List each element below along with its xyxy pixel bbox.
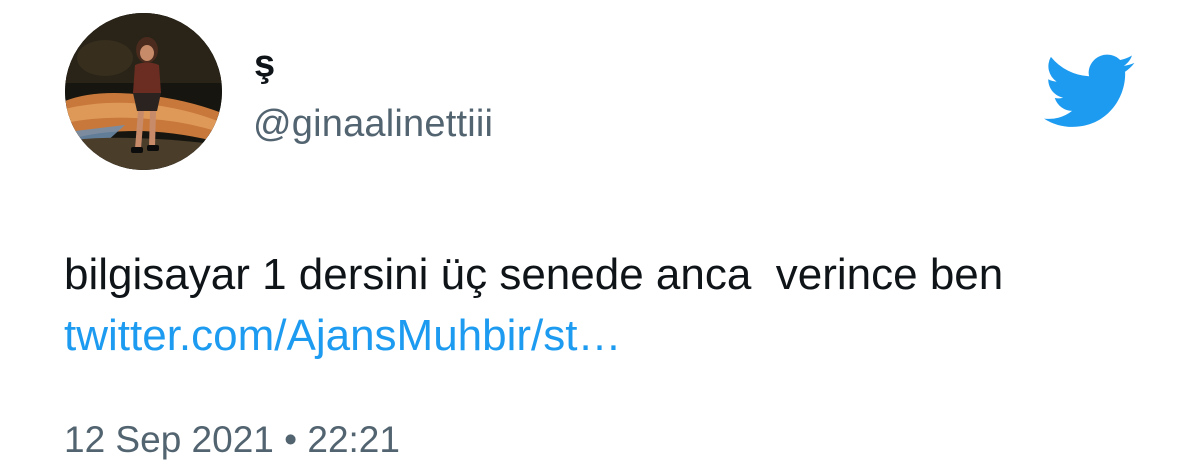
avatar[interactable] [65, 13, 222, 170]
twitter-bird-icon-graphic [1044, 54, 1135, 127]
author-display-name[interactable]: ş [254, 44, 275, 84]
tweet-link[interactable]: twitter.com/AjansMuhbir/st… [64, 306, 622, 366]
tweet-card: ş @ginaalinettiii bilgisayar 1 dersini ü… [0, 0, 1200, 469]
author-handle[interactable]: @ginaalinettiii [253, 102, 493, 146]
tweet-timestamp[interactable]: 12 Sep 2021 • 22:21 [64, 418, 400, 462]
tweet-text: bilgisayar 1 dersini üç senede anca veri… [64, 250, 1004, 299]
avatar-photo [65, 13, 222, 170]
twitter-bird-icon[interactable] [1044, 53, 1136, 131]
